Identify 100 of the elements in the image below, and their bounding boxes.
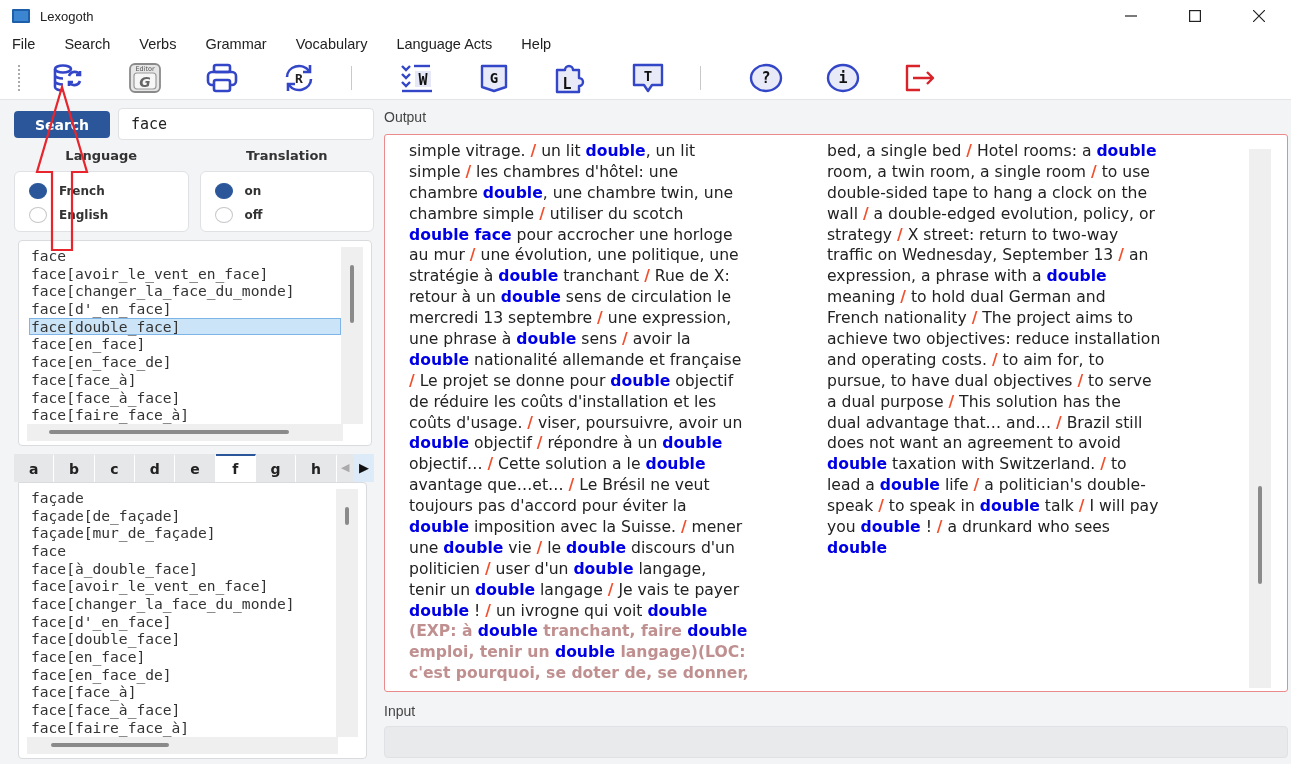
output-line: toujours pas d'accord pour éviter la [409,496,688,518]
list-item[interactable]: face[double_face] [29,317,341,336]
output-line: meaning / to hold dual German and [827,287,1107,309]
output-line: double-sided tape to hang a clock on the [827,182,1148,204]
output-line: politicien / user d'un double langage, [409,558,708,580]
output-line: tenir un double langage / Je vais te payer [409,579,741,601]
output-line: speak / to speak in double talk / I will pay [827,496,1160,518]
output-line: de réduire les coûts d'installation et les [409,391,717,413]
output-line: expression, a phrase with a double [827,266,1108,288]
scrollbar[interactable] [1249,149,1271,689]
letter-tab[interactable]: b [54,453,95,482]
menu-item[interactable]: Verbs [139,36,177,52]
radio-button[interactable] [29,182,47,199]
list-item[interactable]: face[changer_la_face_du_monde] [29,282,341,301]
output-line: chambre simple / utiliser du scotch [409,203,685,225]
list-item[interactable]: face[en_face_de] [29,665,336,684]
output-line: wall / a double-edged evolution, policy, or [827,203,1156,225]
list-item[interactable]: face[face_à_face] [29,701,336,719]
output-line: double face pour accrocher une horloge [409,224,734,246]
list-item[interactable]: face[à_double_face] [29,559,336,578]
output-line: chambre double, une chambre twin, une [409,182,735,204]
output-line: traffic on Wednesday, September 13 / an [827,245,1150,267]
radio-button[interactable] [214,182,233,199]
output-line: room, a twin room, a single room / to use [827,161,1151,183]
output-line: dual advantage that… and… / Brazil still [827,412,1144,434]
output-line: double taxation with Switzerland. / to [827,454,1128,476]
group-label: Translation [244,147,329,165]
list-item[interactable]: façade[de_façade] [29,506,336,525]
menu-item[interactable]: Vocabulary [295,36,368,52]
list-item[interactable]: face[avoir_le_vent_en_face] [29,577,336,595]
output-line: double [827,537,889,559]
database-sync-icon [52,61,84,94]
window-title: Lexogoth [40,8,94,24]
menu-item[interactable]: Language Acts [396,36,493,52]
close-icon [1253,10,1265,22]
list-item[interactable]: face[face_à_face] [29,388,341,407]
output-line: objectif… / Cette solution a le double [409,454,707,476]
letter-tab[interactable]: g [255,453,297,482]
output-line: avantage que…et… / Le Brésil ne veut [409,475,711,497]
app-icon [12,9,30,23]
output-line: a dual purpose / This solution has the [827,391,1122,413]
list-item[interactable]: face[double_face] [29,630,336,649]
output-line: emploi, tenir un double langage)(LOC: [409,642,747,664]
output-line: bed, a single bed / Hotel rooms: a double [827,143,1158,162]
scrollbar[interactable] [27,736,338,754]
output-line: retour à un double sens de circulation le [409,287,733,309]
letter-tab[interactable]: c [94,453,135,482]
output-line: double ! / un ivrogne qui voit double [409,600,709,622]
list-item[interactable]: face[faire_face_à] [29,406,341,424]
list-item[interactable]: face[en_face_de] [29,353,341,371]
output-line: (EXP: à double tranchant, faire double [409,621,749,643]
output-line: pursue, to have dual objectives / to serve [827,370,1153,392]
letter-tab[interactable]: f [215,453,256,482]
output-line: strategy / X street: return to two-way [827,224,1120,246]
menu-item[interactable]: Grammar [205,36,267,52]
output-line: double nationalité allemande et française [409,349,743,371]
search-field[interactable]: face [118,108,374,140]
maximize-icon [1189,10,1201,22]
output-line: c'est pourquoi, se doter de, se donner, [409,663,750,685]
output-line: does not want an agreement to avoid [827,433,1122,455]
tab-scroll-button[interactable]: ▶ [354,453,374,482]
output-line: au mur / une évolution, une politique, une [409,245,740,267]
output-line: double objectif / répondre à un double [409,433,724,455]
output-line: une double vie / le double discours d'un [409,537,736,559]
list-item[interactable]: face [29,541,336,560]
menu-item[interactable]: Help [521,36,552,52]
letter-tab[interactable]: a [14,453,55,482]
scrollbar[interactable] [336,488,358,737]
menu-item[interactable]: File [12,36,36,52]
list-item[interactable]: face[avoir_le_vent_en_face] [29,264,341,283]
output-line: lead a double life / a politician's double- [827,475,1147,497]
scrollbar[interactable] [341,247,363,424]
letter-tab[interactable]: d [135,453,176,482]
list-item[interactable]: face[changer_la_face_du_monde] [29,595,336,613]
output-line: simple / les chambres d'hôtel: une [409,161,680,183]
letter-tab[interactable]: e [175,453,216,482]
output-line: double imposition avec la Suisse. / mener [409,517,744,538]
section-label: Input [384,702,417,721]
menu-item[interactable]: Search [64,36,111,52]
list-item[interactable]: façade[mur_de_façade] [29,524,336,542]
output-line: coûts d'usage. / viser, poursuivre, avoir un [409,412,744,434]
radio-label: on [244,183,262,198]
list-item[interactable]: face[faire_face_à] [29,718,336,737]
list-item[interactable]: face[face_à] [29,370,341,389]
output-line: mercredi 13 septembre / une expression, [409,308,733,329]
printer-icon [205,61,239,94]
list-item[interactable]: face [29,247,341,265]
output-line: you double ! / a drunkard who sees [827,517,1111,538]
radio-label: off [244,207,263,222]
list-item[interactable]: face[en_face] [29,648,336,666]
section-label: Output [384,108,428,126]
list-item[interactable]: façade [29,488,336,507]
output-line: simple vitrage. / un lit double, un lit [409,143,697,162]
list-item[interactable]: face[face_à] [29,683,336,702]
letter-tab[interactable]: h [296,453,337,482]
scrollbar[interactable] [27,423,343,441]
list-item[interactable]: face[d'_en_face] [29,612,336,631]
list-item[interactable]: face[en_face] [29,335,341,354]
output-line: stratégie à double tranchant / Rue de X: [409,266,731,288]
list-item[interactable]: face[d'_en_face] [29,300,341,318]
